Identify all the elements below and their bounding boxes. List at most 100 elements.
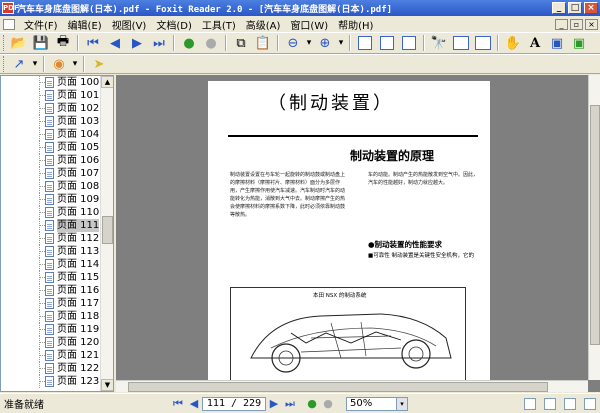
single-page-layout-icon[interactable] bbox=[524, 397, 536, 410]
horizontal-scrollbar[interactable] bbox=[116, 380, 588, 392]
save-icon[interactable]: 💾 bbox=[31, 34, 51, 52]
previous-page-icon[interactable]: ◀ bbox=[105, 34, 125, 52]
page-tree-item[interactable]: 页面 114 bbox=[1, 258, 101, 271]
page-tree-item[interactable]: 页面 122 bbox=[1, 362, 101, 375]
menu-view[interactable]: 视图(V) bbox=[107, 17, 152, 32]
zoom-out-icon[interactable]: ⊖ bbox=[283, 34, 303, 52]
menu-window[interactable]: 窗口(W) bbox=[285, 17, 333, 32]
page-tree-item[interactable]: 页面 111 bbox=[1, 219, 101, 232]
link-dropdown-icon[interactable]: ▾ bbox=[31, 55, 39, 73]
page-tree-item[interactable]: 页面 100 bbox=[1, 76, 101, 89]
sidebar-scrollbar[interactable]: ▲ ▼ bbox=[100, 76, 113, 391]
status-forward-icon[interactable]: ● bbox=[320, 397, 336, 411]
copy-icon[interactable]: ⧉ bbox=[231, 34, 251, 52]
annotation-dropdown-icon[interactable]: ▾ bbox=[71, 55, 79, 73]
sub-text: ■可靠性 制动装置是关键性安全机构，它的 bbox=[368, 253, 474, 259]
find-icon[interactable]: 🔭 bbox=[429, 34, 449, 52]
page-number-input[interactable]: 111 / 229 bbox=[202, 396, 266, 411]
sidebar-scroll-up-icon[interactable]: ▲ bbox=[101, 76, 113, 88]
last-page-icon[interactable]: ⏭ bbox=[149, 34, 169, 52]
two-page-icon[interactable] bbox=[473, 34, 493, 52]
print-icon[interactable]: 🖶 bbox=[53, 34, 73, 52]
text-select-icon[interactable]: A bbox=[525, 34, 545, 52]
continuous-layout-icon[interactable] bbox=[544, 397, 556, 410]
document-viewer[interactable]: （制动装置） 制动装置的原理 制动装置设置在与车轮一起旋转的制动鼓或制动盘上的摩… bbox=[116, 75, 600, 392]
maximize-button[interactable]: □ bbox=[568, 2, 582, 14]
menu-help[interactable]: 帮助(H) bbox=[333, 17, 378, 32]
image-tool-icon[interactable]: ▣ bbox=[569, 34, 589, 52]
page-icon bbox=[45, 129, 54, 140]
doc-minimize-button[interactable]: _ bbox=[555, 18, 568, 30]
page-tree-item[interactable]: 页面 120 bbox=[1, 336, 101, 349]
hand-tool-icon[interactable]: ✋ bbox=[503, 34, 523, 52]
page-tree-item[interactable]: 页面 119 bbox=[1, 323, 101, 336]
page-tree-item[interactable]: 页面 116 bbox=[1, 284, 101, 297]
page-tree-item[interactable]: 页面 107 bbox=[1, 167, 101, 180]
menu-file[interactable]: 文件(F) bbox=[19, 17, 63, 32]
continuous-facing-layout-icon[interactable] bbox=[584, 397, 596, 410]
page-tree-item[interactable]: 页面 108 bbox=[1, 180, 101, 193]
zoom-dropdown-icon[interactable]: ▾ bbox=[396, 397, 407, 410]
minimize-button[interactable]: _ bbox=[552, 2, 566, 14]
status-last-page-icon[interactable]: ⏭ bbox=[282, 397, 298, 411]
page-tree-item[interactable]: 页面 118 bbox=[1, 310, 101, 323]
page-tree-item[interactable]: 页面 123 bbox=[1, 375, 101, 388]
continuous-icon[interactable] bbox=[451, 34, 471, 52]
page-icon bbox=[45, 233, 54, 244]
menu-edit[interactable]: 编辑(E) bbox=[63, 17, 107, 32]
snapshot-icon[interactable]: ▣ bbox=[547, 34, 567, 52]
page-icon bbox=[45, 103, 54, 114]
next-page-icon[interactable]: ▶ bbox=[127, 34, 147, 52]
first-page-icon[interactable]: ⏮ bbox=[83, 34, 103, 52]
page-tree-item[interactable]: 页面 103 bbox=[1, 115, 101, 128]
page-tree-item[interactable]: 页面 102 bbox=[1, 102, 101, 115]
page-tree-item[interactable]: 页面 110 bbox=[1, 206, 101, 219]
page-tree-item[interactable]: 页面 121 bbox=[1, 349, 101, 362]
page-tree-item[interactable]: 页面 109 bbox=[1, 193, 101, 206]
page-icon bbox=[45, 311, 54, 322]
doc-restore-button[interactable]: ▫ bbox=[570, 18, 583, 30]
status-first-page-icon[interactable]: ⏮ bbox=[170, 397, 186, 411]
zoom-select[interactable]: 50% ▾ bbox=[346, 396, 408, 411]
menu-document[interactable]: 文档(D) bbox=[151, 17, 197, 32]
status-previous-page-icon[interactable]: ◀ bbox=[186, 397, 202, 411]
page-tree-label: 页面 113 bbox=[57, 246, 100, 257]
pdf-page[interactable]: （制动装置） 制动装置的原理 制动装置设置在与车轮一起旋转的制动鼓或制动盘上的摩… bbox=[208, 81, 490, 380]
status-back-icon[interactable]: ● bbox=[304, 397, 320, 411]
menu-advanced[interactable]: 高级(A) bbox=[241, 17, 286, 32]
menu-tools[interactable]: 工具(T) bbox=[197, 17, 241, 32]
close-button[interactable]: × bbox=[584, 2, 598, 14]
page-tree-item[interactable]: 页面 106 bbox=[1, 154, 101, 167]
title-bar[interactable]: PDF 汽车车身底盘图解(日本).pdf - Foxit Reader 2.0 … bbox=[0, 0, 600, 16]
document-icon[interactable] bbox=[3, 18, 15, 30]
page-tree-item[interactable]: 页面 117 bbox=[1, 297, 101, 310]
page-tree-item[interactable]: 页面 105 bbox=[1, 141, 101, 154]
paste-icon[interactable]: 📋 bbox=[253, 34, 273, 52]
annotation-tool-icon[interactable]: ◉ bbox=[49, 55, 69, 73]
status-next-page-icon[interactable]: ▶ bbox=[266, 397, 282, 411]
vertical-scroll-thumb[interactable] bbox=[590, 105, 600, 345]
page-tree-item[interactable]: 页面 112 bbox=[1, 232, 101, 245]
zoom-out-dropdown-icon[interactable]: ▾ bbox=[305, 34, 313, 52]
page-tree-item[interactable]: 页面 101 bbox=[1, 89, 101, 102]
page-tree-label: 页面 121 bbox=[57, 350, 100, 361]
horizontal-scroll-thumb[interactable] bbox=[128, 382, 548, 392]
zoom-in-icon[interactable]: ⊕ bbox=[315, 34, 335, 52]
open-icon[interactable]: 📂 bbox=[9, 34, 29, 52]
page-tree-item[interactable]: 页面 113 bbox=[1, 245, 101, 258]
doc-close-button[interactable]: × bbox=[585, 18, 598, 30]
actual-size-icon[interactable] bbox=[355, 34, 375, 52]
back-icon[interactable]: ● bbox=[179, 34, 199, 52]
sidebar-scroll-thumb[interactable] bbox=[102, 216, 113, 244]
select-tool-icon[interactable]: ➤ bbox=[89, 55, 109, 73]
fit-page-icon[interactable] bbox=[377, 34, 397, 52]
page-tree-item[interactable]: 页面 115 bbox=[1, 271, 101, 284]
fit-width-icon[interactable] bbox=[399, 34, 419, 52]
sidebar-scroll-down-icon[interactable]: ▼ bbox=[101, 379, 113, 391]
link-tool-icon[interactable]: ↗ bbox=[9, 55, 29, 73]
page-tree-item[interactable]: 页面 104 bbox=[1, 128, 101, 141]
vertical-scrollbar[interactable] bbox=[588, 75, 600, 380]
forward-icon[interactable]: ● bbox=[201, 34, 221, 52]
zoom-in-dropdown-icon[interactable]: ▾ bbox=[337, 34, 345, 52]
facing-layout-icon[interactable] bbox=[564, 397, 576, 410]
